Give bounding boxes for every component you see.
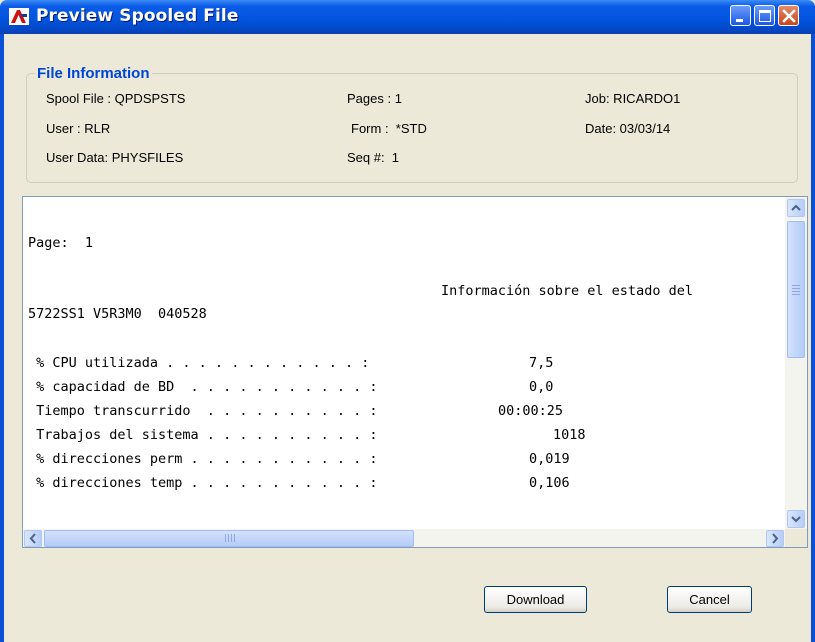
page-line: Page: 1 [28, 235, 94, 251]
spool-row-label: % direcciones temp . . . . . . . . . . .… [28, 475, 378, 491]
vertical-scroll-thumb[interactable] [787, 221, 805, 358]
maximize-icon [759, 10, 771, 22]
chevron-down-icon [791, 516, 801, 523]
user-data-label: User Data: PHYSFILES [46, 150, 184, 165]
spool-row-value: 00:00:25 [498, 403, 564, 419]
form-label: Form : *STD [351, 121, 427, 136]
maximize-button[interactable] [754, 5, 775, 26]
spool-row-value: 0,019 [529, 451, 570, 467]
spool-row-value: 1018 [553, 427, 586, 443]
title-bar[interactable]: Preview Spooled File [0, 0, 815, 34]
scrollbar-corner [785, 529, 807, 547]
grip-line [792, 288, 800, 289]
spool-file-label: Spool File : QPDSPSTS [46, 91, 186, 106]
scroll-down-button[interactable] [787, 510, 805, 528]
scroll-left-button[interactable] [24, 530, 42, 547]
grip-line [228, 534, 229, 542]
grip-line [792, 285, 800, 286]
report-header-line: Información sobre el estado del [441, 283, 693, 299]
chevron-right-icon [772, 533, 779, 544]
grip-line [792, 294, 800, 295]
job-label: Job: RICARDO1 [585, 91, 681, 106]
scroll-right-button[interactable] [766, 530, 784, 547]
grip-line [792, 291, 800, 292]
close-icon [782, 9, 796, 23]
date-label: Date: 03/03/14 [585, 121, 671, 136]
window-title: Preview Spooled File [36, 6, 239, 26]
version-line: 5722SS1 V5R3M0 040528 [28, 306, 207, 322]
spool-row-label: % capacidad de BD . . . . . . . . . . . … [28, 379, 378, 395]
spool-text-viewer[interactable]: Page: 1 Información sobre el estado del … [22, 196, 808, 548]
grip-line [231, 534, 232, 542]
pages-label: Pages : 1 [347, 91, 402, 106]
spool-row-label: % direcciones perm . . . . . . . . . . .… [28, 451, 378, 467]
spool-row-label: Trabajos del sistema . . . . . . . . . .… [28, 427, 378, 443]
minimize-button[interactable] [730, 5, 751, 26]
download-button[interactable]: Download [484, 586, 587, 613]
chevron-up-icon [791, 204, 801, 211]
spool-row-value: 0,0 [529, 379, 554, 395]
window-frame-left [0, 34, 4, 642]
seq-label: Seq #: 1 [347, 150, 400, 165]
chevron-left-icon [29, 533, 36, 544]
spool-row-value: 7,5 [529, 355, 554, 371]
spool-row-label: % CPU utilizada . . . . . . . . . . . . … [28, 355, 370, 371]
java-app-icon [9, 8, 29, 25]
minimize-icon [736, 19, 743, 22]
grip-line [234, 534, 235, 542]
horizontal-scroll-thumb[interactable] [44, 530, 414, 547]
window-frame-right [811, 34, 815, 642]
grip-line [225, 534, 226, 542]
file-information-legend: File Information [35, 65, 152, 82]
spool-row-value: 0,106 [529, 475, 570, 491]
spool-row-label: Tiempo transcurrido . . . . . . . . . . … [28, 403, 378, 419]
user-label: User : RLR [46, 121, 111, 136]
close-button[interactable] [778, 5, 799, 26]
cancel-button[interactable]: Cancel [667, 586, 752, 613]
scroll-up-button[interactable] [787, 199, 805, 217]
